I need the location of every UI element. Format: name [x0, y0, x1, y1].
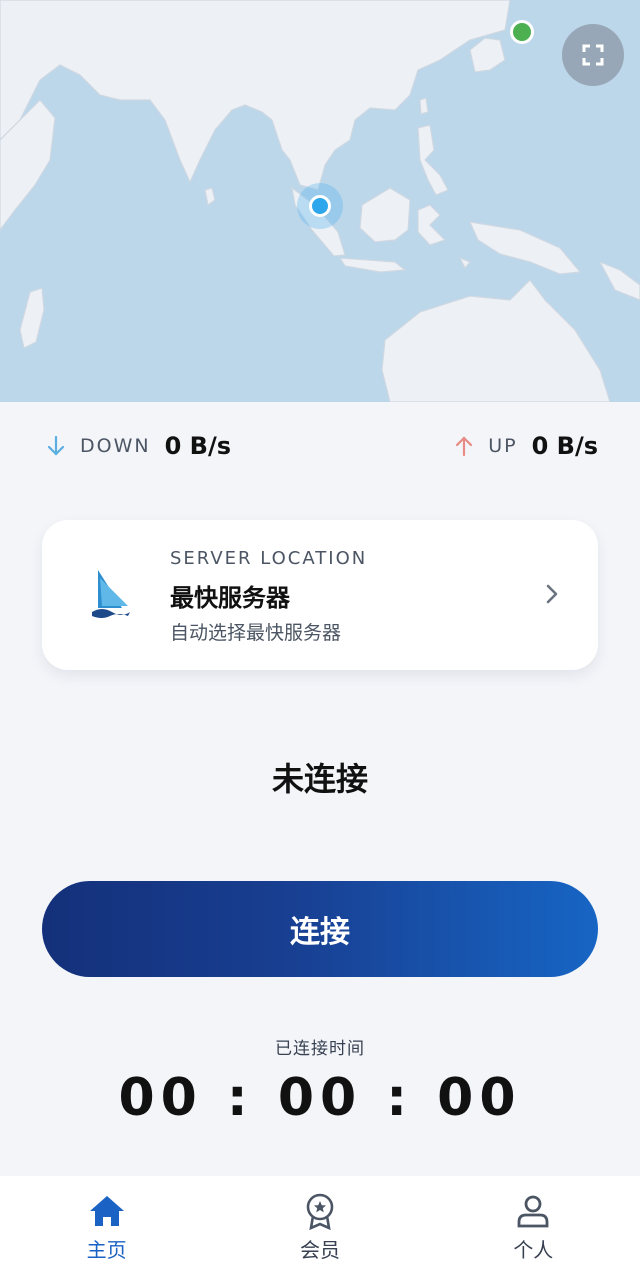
arrow-down-icon — [47, 435, 65, 456]
chevron-right-icon — [546, 584, 558, 604]
fullscreen-button[interactable] — [562, 24, 624, 86]
tab-membership-label: 会员 — [299, 1238, 340, 1262]
server-location-dot — [510, 20, 534, 44]
upload-speed: UP 0 B/s — [452, 426, 598, 466]
server-location-card[interactable]: SERVER LOCATION 最快服务器 自动选择最快服务器 — [42, 520, 598, 670]
membership-badge-icon — [306, 1193, 334, 1230]
fullscreen-icon — [582, 44, 604, 66]
current-location-dot — [309, 195, 331, 217]
bottom-tab-bar: 主页 会员 个人 — [0, 1176, 640, 1276]
connection-status: 未连接 — [271, 760, 368, 798]
tab-home[interactable]: 主页 — [0, 1176, 213, 1276]
world-map[interactable] — [0, 0, 640, 402]
connected-time-label: 已连接时间 — [275, 1039, 365, 1059]
sailboat-logo-icon — [92, 570, 130, 618]
connected-time-value: 00 : 00 : 00 — [118, 1068, 522, 1128]
server-caption: SERVER LOCATION — [170, 548, 368, 569]
upload-label: UP — [488, 435, 518, 457]
connect-button[interactable]: 连接 — [42, 881, 598, 977]
tab-membership[interactable]: 会员 — [213, 1176, 426, 1276]
download-label: DOWN — [80, 435, 151, 457]
arrow-up-icon — [456, 436, 473, 457]
download-speed: DOWN 0 B/s — [44, 426, 231, 466]
download-value: 0 B/s — [164, 432, 231, 460]
tab-profile-label: 个人 — [513, 1238, 554, 1262]
tab-home-label: 主页 — [86, 1238, 127, 1262]
person-icon — [517, 1195, 549, 1228]
tab-profile[interactable]: 个人 — [427, 1176, 640, 1276]
speed-row: DOWN 0 B/s UP 0 B/s — [0, 426, 640, 466]
server-subtitle: 自动选择最快服务器 — [170, 622, 342, 644]
server-name: 最快服务器 — [170, 584, 290, 612]
home-icon — [89, 1196, 124, 1226]
upload-value: 0 B/s — [531, 432, 598, 460]
